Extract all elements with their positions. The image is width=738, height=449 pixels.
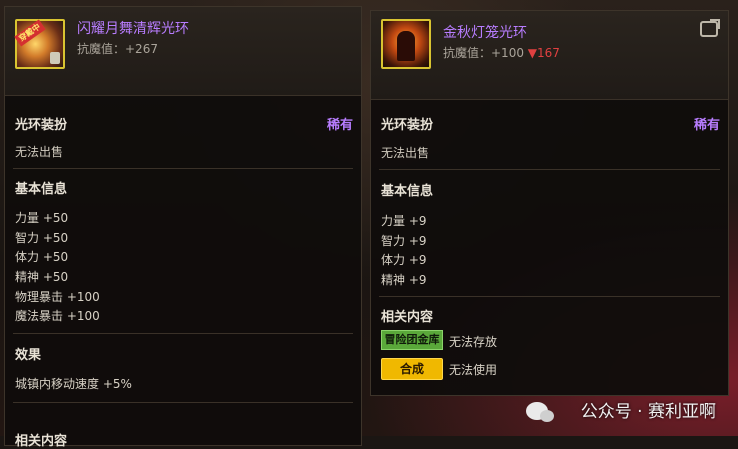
item-category: 光环装扮 (381, 118, 434, 133)
divider (379, 169, 720, 170)
item-icon (381, 19, 431, 69)
equipped-badge: 穿戴中 (14, 19, 46, 47)
lock-icon (50, 52, 60, 64)
watermark: 公众号 · 赛利亚啊 (580, 402, 716, 422)
wechat-icon (526, 402, 554, 422)
attribute-row: 物理暴击 +100 (15, 290, 100, 304)
sell-note: 无法出售 (381, 146, 430, 160)
tooltip-header: 穿戴中 闪耀月舞清辉光环 抗魔值：+267 (5, 7, 361, 96)
vault-note: 无法存放 (449, 335, 498, 349)
divider (13, 168, 353, 169)
synthesis-button[interactable]: 合成 (381, 358, 443, 380)
synthesis-note: 无法使用 (449, 363, 498, 377)
item-rarity: 稀有 (326, 118, 353, 133)
divider (13, 333, 353, 334)
character-figure-icon (397, 31, 415, 61)
related-title-cut: 相关内容 (15, 434, 68, 449)
effect-title: 效果 (15, 348, 42, 363)
magic-resist-value: 抗魔值：+100 (443, 46, 524, 60)
item-rarity: 稀有 (693, 118, 720, 133)
attribute-row: 智力 +9 (381, 234, 427, 248)
attribute-row: 体力 +50 (15, 250, 69, 264)
magic-resist-stat: 抗魔值：+100 ▼167 (443, 44, 560, 61)
attribute-row: 精神 +50 (15, 270, 69, 284)
share-icon[interactable] (700, 19, 720, 37)
divider (379, 296, 720, 297)
stat-decrease: ▼167 (527, 46, 560, 60)
item-tooltip-equipped: 穿戴中 闪耀月舞清辉光环 抗魔值：+267 光环装扮 稀有 无法出售 基本信息 … (4, 6, 362, 449)
effect-text: 城镇内移动速度 +5% (15, 377, 132, 391)
item-tooltip-compare: 金秋灯笼光环 抗魔值：+100 ▼167 光环装扮 稀有 无法出售 基本信息 力… (370, 10, 729, 396)
basic-info-title: 基本信息 (15, 182, 68, 197)
tooltip-header: 金秋灯笼光环 抗魔值：+100 ▼167 (371, 11, 728, 100)
basic-info-title: 基本信息 (381, 184, 434, 199)
related-content-title: 相关内容 (381, 310, 434, 325)
adventure-vault-button[interactable]: 冒险团金库 (381, 330, 443, 350)
attribute-row: 体力 +9 (381, 253, 427, 267)
attribute-row: 力量 +50 (15, 211, 69, 225)
magic-resist-stat: 抗魔值：+267 (77, 42, 158, 56)
attribute-row: 魔法暴击 +100 (15, 309, 100, 323)
item-name: 闪耀月舞清辉光环 (77, 21, 189, 37)
attribute-row: 智力 +50 (15, 231, 69, 245)
item-name: 金秋灯笼光环 (443, 25, 527, 41)
attribute-row: 精神 +9 (381, 273, 427, 287)
divider (13, 402, 353, 403)
sell-note: 无法出售 (15, 145, 64, 159)
attribute-row: 力量 +9 (381, 214, 427, 228)
item-category: 光环装扮 (15, 118, 68, 133)
item-icon: 穿戴中 (14, 19, 65, 69)
